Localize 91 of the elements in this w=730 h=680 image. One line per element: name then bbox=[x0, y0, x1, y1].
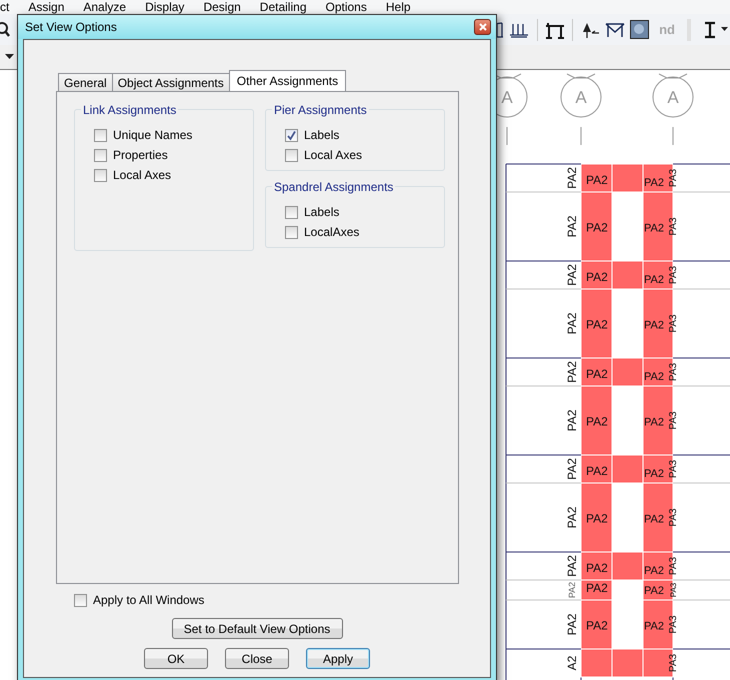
checkbox-label: Properties bbox=[113, 148, 168, 162]
pier-label: PA2 bbox=[565, 216, 579, 238]
close-button[interactable] bbox=[474, 19, 491, 35]
checkbox[interactable] bbox=[94, 128, 107, 142]
tab[interactable]: Object Assignments bbox=[112, 73, 230, 91]
pier-label: PA3 bbox=[668, 217, 679, 236]
pier-label: PA2 bbox=[565, 361, 579, 383]
pier-label: PA2 bbox=[644, 222, 664, 234]
pier-label: PA2 bbox=[586, 318, 608, 332]
pier-label: PA3 bbox=[668, 460, 679, 478]
window-title: Set View Options bbox=[25, 20, 117, 34]
default-options-button[interactable]: Set to Default View Options bbox=[172, 618, 342, 639]
checkbox-label: LocalAxes bbox=[304, 225, 360, 239]
pier-label: PA2 bbox=[565, 614, 579, 636]
checkbox-label: Labels bbox=[304, 205, 340, 219]
tab[interactable]: General bbox=[58, 73, 113, 91]
load-arrow-icon[interactable] bbox=[580, 20, 600, 39]
pier-label: PA2 bbox=[586, 220, 608, 234]
pier-label: PA3 bbox=[668, 508, 679, 527]
pier-label: PA2 bbox=[586, 561, 608, 575]
menu-item[interactable]: Assign bbox=[28, 0, 64, 14]
pier-label: PA2 bbox=[565, 458, 579, 480]
pier-label: PA2 bbox=[586, 414, 608, 428]
pier-label: PA2 bbox=[565, 312, 579, 334]
checkbox[interactable] bbox=[285, 226, 298, 238]
pier-label: PA2 bbox=[644, 320, 664, 332]
checkbox-label: Apply to All Windows bbox=[93, 593, 204, 607]
checkbox[interactable] bbox=[285, 148, 298, 162]
checkbox-label: Unique Names bbox=[113, 128, 192, 142]
checkbox[interactable] bbox=[74, 594, 87, 606]
caret-icon[interactable] bbox=[721, 27, 728, 32]
pier-label: PA2 bbox=[565, 264, 579, 286]
pier-label: PA2 bbox=[644, 371, 664, 383]
pier-label: PA2 bbox=[586, 464, 608, 478]
dialog-button[interactable]: Apply bbox=[306, 648, 370, 669]
pier-label: PA3 bbox=[668, 168, 679, 188]
pier-label: PA2 bbox=[586, 173, 608, 187]
pier-label: PA3 bbox=[668, 615, 679, 634]
pier-label: PA3 bbox=[668, 266, 679, 284]
shaded-view-icon[interactable] bbox=[630, 20, 650, 40]
pier-label: PA2 bbox=[586, 367, 608, 381]
pier-label: PA2 bbox=[565, 167, 579, 189]
truss-icon[interactable] bbox=[604, 20, 626, 39]
checkbox[interactable] bbox=[285, 206, 298, 218]
pier-label: PA3 bbox=[668, 362, 679, 382]
checkbox[interactable] bbox=[94, 148, 107, 162]
group-title: Link Assignments bbox=[81, 103, 178, 117]
pier-label: PA2 bbox=[644, 177, 664, 189]
pier-label: A2 bbox=[565, 656, 579, 670]
pier-label: PA2 bbox=[644, 565, 664, 577]
pier-label: PA2 bbox=[586, 581, 608, 595]
pier-label: PA2 bbox=[644, 585, 664, 597]
pier-label: PA3 bbox=[669, 582, 678, 598]
pier-label: PA3 bbox=[668, 411, 679, 430]
menu-item[interactable]: Help bbox=[386, 0, 411, 14]
menu-item[interactable]: Display bbox=[145, 0, 184, 14]
magnifier-icon[interactable] bbox=[0, 22, 10, 38]
pier-label: PA2 bbox=[565, 410, 579, 432]
group-title: Spandrel Assignments bbox=[272, 180, 396, 194]
pier-label: PA2 bbox=[644, 468, 664, 480]
pier-label: PA2 bbox=[644, 416, 664, 428]
pier-label: PA2 bbox=[565, 555, 579, 577]
frame-icon[interactable] bbox=[545, 20, 566, 39]
checkbox[interactable] bbox=[94, 168, 107, 182]
pier-label: PA2 bbox=[586, 512, 608, 526]
text-cursor-icon[interactable] bbox=[703, 20, 717, 39]
menu-item[interactable]: Design bbox=[203, 0, 241, 14]
pier-label: PA2 bbox=[644, 514, 664, 526]
pier-label: PA3 bbox=[668, 654, 679, 672]
menu-item[interactable]: ct bbox=[0, 0, 10, 14]
pier-label: PA2 bbox=[586, 270, 608, 284]
caret-icon[interactable] bbox=[5, 54, 14, 60]
checkbox[interactable] bbox=[285, 128, 298, 142]
dialog-button[interactable]: Close bbox=[225, 648, 289, 669]
pier-label: PA3 bbox=[668, 556, 679, 576]
menu-item[interactable]: Detailing bbox=[260, 0, 306, 14]
pier-label: PA2 bbox=[644, 620, 664, 632]
pier-label: PA2 bbox=[586, 618, 608, 632]
checkbox-label: Labels bbox=[304, 128, 340, 142]
pier-label: PA2 bbox=[565, 506, 579, 528]
menu-item[interactable]: Options bbox=[326, 0, 367, 14]
close-icon bbox=[478, 23, 486, 31]
pier-label: PA2 bbox=[644, 274, 664, 286]
tab[interactable]: Other Assignments bbox=[228, 70, 346, 91]
dialog-button[interactable]: OK bbox=[144, 648, 208, 669]
checkbox-label: Local Axes bbox=[304, 148, 362, 162]
checkbox-label: Local Axes bbox=[113, 168, 172, 182]
group-title: Pier Assignments bbox=[272, 103, 369, 117]
pier-label: PA3 bbox=[668, 314, 679, 333]
pier-label: PA2 bbox=[567, 582, 577, 598]
menu-item[interactable]: Analyze bbox=[83, 0, 126, 14]
